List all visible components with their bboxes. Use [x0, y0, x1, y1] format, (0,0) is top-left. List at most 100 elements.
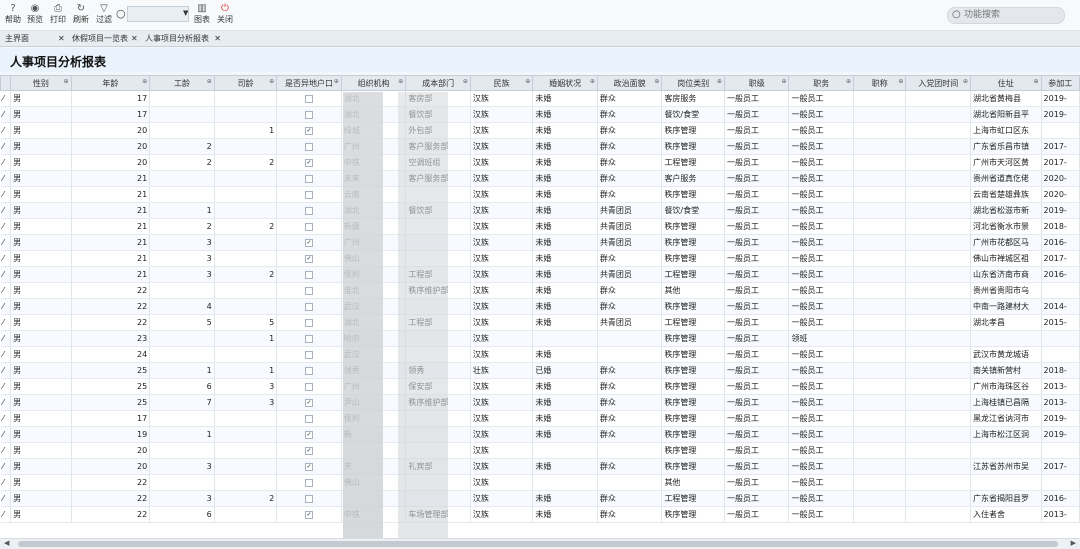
- remote-checkbox[interactable]: [305, 414, 314, 423]
- function-search[interactable]: ○: [947, 7, 1065, 24]
- remote-checkbox[interactable]: [305, 222, 314, 231]
- row-selector[interactable]: ⁄: [0, 298, 12, 315]
- row-selector[interactable]: ⁄: [0, 394, 12, 411]
- column-header[interactable]: 是否异地户口 ⊕: [276, 75, 342, 91]
- table-row[interactable]: ⁄男224武汉汉族未婚群众秩序管理一般员工一般员工中南一路建材大2014-: [0, 298, 1080, 315]
- remote-checkbox[interactable]: [305, 366, 314, 375]
- tab-main[interactable]: 主界面: [2, 32, 63, 45]
- remote-checkbox[interactable]: ✓: [305, 462, 314, 471]
- sort-icon[interactable]: ⊕: [898, 78, 903, 85]
- tab-leave[interactable]: ✕ 休假项目一览表: [58, 32, 137, 45]
- table-row[interactable]: ⁄男17湖北客房部汉族未婚群众客房服务一般员工一般员工湖北省黄梅县2019-: [0, 90, 1080, 107]
- table-row[interactable]: ⁄男24武汉汉族未婚秩序管理一般员工一般员工武汉市黄龙城语: [0, 346, 1080, 363]
- remote-checkbox[interactable]: [305, 302, 314, 311]
- table-row[interactable]: ⁄男22淮北秩序维护部汉族未婚群众其他一般员工一般员工贵州省贵阳市乌: [0, 282, 1080, 299]
- data-grid[interactable]: 性别 ⊕ 年龄 ⊕ 工龄 ⊕ 司龄 ⊕ 是否异地户口 ⊕ 组织机构 ⊕ 成本部门 ⊕ 民族 ⊕ 婚姻状况 ⊕ 政治面…: [0, 75, 1080, 538]
- table-row[interactable]: ⁄男213✓佛山汉族未婚群众秩序管理一般员工一般员工佛山市禅城区祖2017-: [0, 250, 1080, 267]
- table-row[interactable]: ⁄ 男 22 3 2 汉族 未婚 群众 工程管理 一般员工 一般员工 广东省揭阳县罗 2016-: [0, 490, 1080, 507]
- preview-button[interactable]: ◉ 预览: [24, 2, 46, 28]
- close-button[interactable]: ⏻ 关闭: [214, 2, 236, 28]
- table-row[interactable]: ⁄男22佛山汉族其他一般员工一般员工: [0, 474, 1080, 491]
- sort-icon[interactable]: ⊕: [654, 78, 659, 85]
- remote-checkbox[interactable]: [305, 318, 314, 327]
- column-header[interactable]: 司龄 ⊕: [213, 75, 278, 91]
- remote-checkbox[interactable]: ✓: [305, 510, 314, 519]
- sort-icon[interactable]: ⊕: [463, 78, 468, 85]
- sort-icon[interactable]: ⊕: [781, 78, 786, 85]
- remote-checkbox[interactable]: ✓: [305, 430, 314, 439]
- sort-icon[interactable]: ⊕: [64, 78, 69, 85]
- help-button[interactable]: ? 帮助: [2, 2, 24, 28]
- row-selector[interactable]: ⁄: [0, 154, 12, 171]
- column-header[interactable]: 成本部门 ⊕: [405, 75, 471, 91]
- table-row[interactable]: ⁄男2573✓尹山秩序维护部汉族未婚群众秩序管理一般员工一般员工上海桂镇已昌隔2…: [0, 394, 1080, 411]
- table-row[interactable]: ⁄男203✓天礼宾部汉族未婚群众秩序管理一般员工一般员工江苏省苏州市吴2017-: [0, 458, 1080, 475]
- remote-checkbox[interactable]: [305, 190, 314, 199]
- column-header[interactable]: 职务 ⊕: [788, 75, 855, 91]
- table-row[interactable]: ⁄男226✓中铁车场管理部汉族未婚群众秩序管理一般员工一般员工入住者舍2013-: [0, 506, 1080, 523]
- remote-checkbox[interactable]: [305, 94, 314, 103]
- remote-checkbox[interactable]: ✓: [305, 446, 314, 455]
- row-selector[interactable]: ⁄: [0, 442, 12, 459]
- column-header[interactable]: 职级 ⊕: [723, 75, 790, 91]
- table-row[interactable]: ⁄男213✓广州汉族未婚共青团员秩序管理一般员工一般员工广州市花都区马2016-: [0, 234, 1080, 251]
- sort-icon[interactable]: ⊕: [334, 78, 339, 85]
- row-selector[interactable]: ⁄: [0, 458, 12, 475]
- row-selector[interactable]: ⁄: [0, 330, 12, 347]
- remote-checkbox[interactable]: ✓: [305, 398, 314, 407]
- filter-combo[interactable]: [127, 6, 189, 22]
- column-header[interactable]: 政治面貌 ⊕: [596, 75, 663, 91]
- remote-checkbox[interactable]: [305, 334, 314, 343]
- sort-icon[interactable]: ⊕: [963, 78, 968, 85]
- row-selector[interactable]: ⁄: [0, 282, 12, 299]
- sort-icon[interactable]: ⊕: [846, 78, 851, 85]
- remote-checkbox[interactable]: [305, 494, 314, 503]
- remote-checkbox[interactable]: ✓: [305, 126, 314, 135]
- remote-checkbox[interactable]: ✓: [305, 158, 314, 167]
- row-selector[interactable]: ⁄: [0, 490, 12, 507]
- remote-checkbox[interactable]: ✓: [305, 254, 314, 263]
- column-header[interactable]: 参加工: [1040, 75, 1080, 91]
- row-selector[interactable]: ⁄: [0, 122, 12, 139]
- table-row[interactable]: ⁄男231哈尔汉族秩序管理一般员工领班: [0, 330, 1080, 347]
- filter-button[interactable]: ▽ 过滤: [93, 2, 115, 28]
- table-row[interactable]: ⁄男2132保利工程部汉族未婚共青团员工程管理一般员工一般员工山东省济南市商20…: [0, 266, 1080, 283]
- row-selector[interactable]: ⁄: [0, 234, 12, 251]
- row-selector[interactable]: ⁄: [0, 90, 12, 107]
- remote-checkbox[interactable]: [305, 286, 314, 295]
- table-row[interactable]: ⁄男17保利汉族未婚群众秩序管理一般员工一般员工黑龙江省讷河市2019-: [0, 410, 1080, 427]
- table-row[interactable]: ⁄男191✓新汉族未婚群众秩序管理一般员工一般员工上海市松江区洞2019-: [0, 426, 1080, 443]
- sort-icon[interactable]: ⊕: [1034, 78, 1039, 85]
- row-selector[interactable]: ⁄: [0, 362, 12, 379]
- remote-checkbox[interactable]: [305, 382, 314, 391]
- column-header[interactable]: 组织机构 ⊕: [340, 75, 407, 91]
- table-row[interactable]: ⁄男17湖北餐饮部汉族未婚群众餐饮/食堂一般员工一般员工湖北省阳新县平2019-: [0, 106, 1080, 123]
- table-row[interactable]: ⁄男2022✓中铁空调班组汉族未婚群众工程管理一般员工一般员工广州市天河区黄20…: [0, 154, 1080, 171]
- table-row[interactable]: ⁄男2511领秀领秀壮族已婚群众秩序管理一般员工一般员工南关镇新营村2018-: [0, 362, 1080, 379]
- column-header[interactable]: 岗位类别 ⊕: [661, 75, 725, 91]
- remote-checkbox[interactable]: [305, 350, 314, 359]
- table-row[interactable]: ⁄男2122新疆汉族未婚共青团员秩序管理一般员工一般员工河北省衡水市景2018-: [0, 218, 1080, 235]
- remote-checkbox[interactable]: ✓: [305, 238, 314, 247]
- table-row[interactable]: ⁄男2563广州保安部汉族未婚群众秩序管理一般员工一般员工广州市海珠区谷2013…: [0, 378, 1080, 395]
- sort-icon[interactable]: ⊕: [207, 78, 212, 85]
- row-selector[interactable]: ⁄: [0, 138, 12, 155]
- remote-checkbox[interactable]: [305, 206, 314, 215]
- table-row[interactable]: ⁄男201✓绿城外包部汉族未婚群众秩序管理一般员工一般员工上海市虹口区东: [0, 122, 1080, 139]
- sort-icon[interactable]: ⊕: [398, 78, 403, 85]
- column-header[interactable]: 职称 ⊕: [853, 75, 907, 91]
- table-row[interactable]: ⁄男21云南汉族未婚群众秩序管理一般员工一般员工云南省楚雄彝族2020-: [0, 186, 1080, 203]
- table-row[interactable]: ⁄男202广州客户服务部汉族未婚群众秩序管理一般员工一般员工广东省乐昌市镇201…: [0, 138, 1080, 155]
- column-header[interactable]: 工龄 ⊕: [149, 75, 215, 91]
- table-row[interactable]: ⁄男211湖北餐饮部汉族未婚共青团员餐饮/食堂一般员工一般员工湖北省松滋市新20…: [0, 202, 1080, 219]
- table-row[interactable]: ⁄ 男 20 ✓ 汉族 秩序管理 一般员工 一般员工: [0, 442, 1080, 459]
- sort-icon[interactable]: ⊕: [525, 78, 530, 85]
- row-selector[interactable]: ⁄: [0, 426, 12, 443]
- close-icon[interactable]: ✕: [214, 32, 221, 45]
- row-selector[interactable]: ⁄: [0, 266, 12, 283]
- row-selector[interactable]: ⁄: [0, 474, 12, 491]
- row-selector[interactable]: ⁄: [0, 314, 12, 331]
- row-selector[interactable]: ⁄: [0, 250, 12, 267]
- row-selector[interactable]: ⁄: [0, 346, 12, 363]
- chart-button[interactable]: ▥ 图表: [191, 2, 213, 28]
